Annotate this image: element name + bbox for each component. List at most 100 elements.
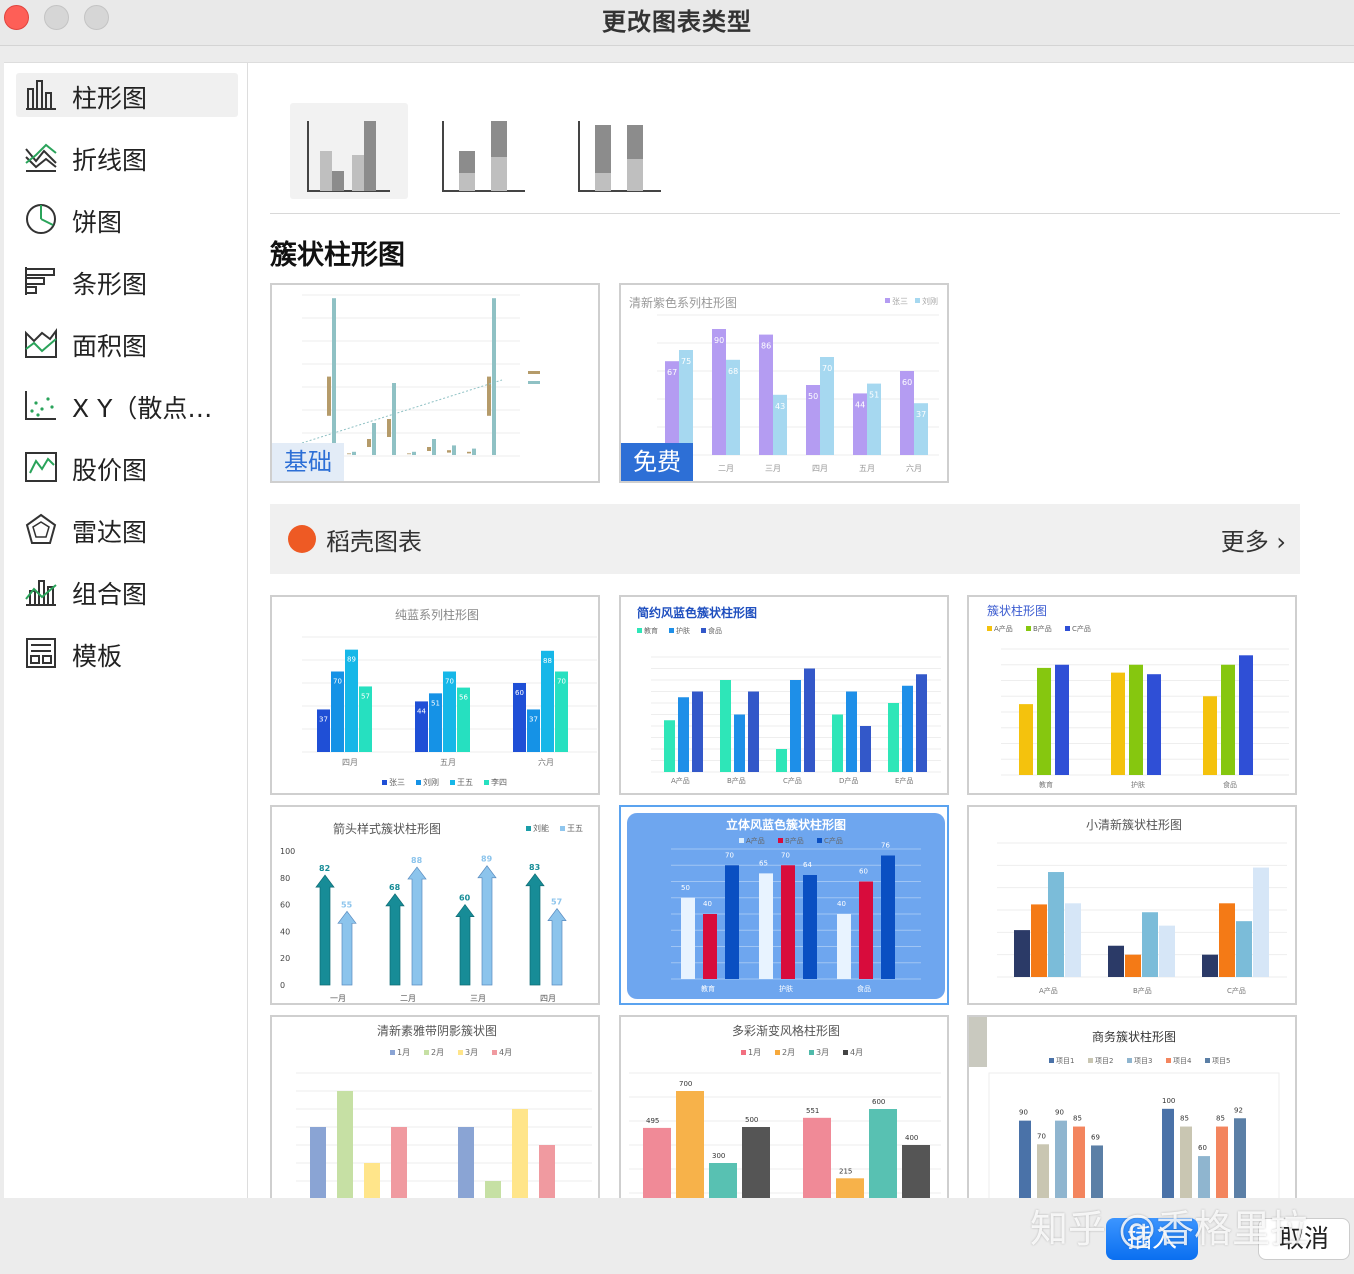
bar: [846, 691, 857, 772]
bar: [742, 1127, 770, 1199]
bar: [391, 1127, 407, 1199]
data-label: 37: [529, 715, 538, 723]
sidebar-item-stock[interactable]: 股价图: [16, 445, 238, 489]
data-label: 86: [761, 342, 771, 351]
legend-swatch: [775, 1050, 780, 1055]
legend-swatch: [1065, 626, 1070, 631]
sidebar-item-label: 条形图: [72, 270, 148, 299]
bar: [692, 691, 703, 772]
bar: [1198, 1156, 1210, 1199]
decoration: [969, 1017, 987, 1067]
cancel-button[interactable]: 取消: [1258, 1218, 1350, 1260]
tick-label: 一月: [330, 994, 346, 1003]
bar: [427, 447, 431, 451]
template-card[interactable]: 小清新簇状柱形图 A产品 B产品 C产品: [967, 805, 1297, 1005]
legend-label: C产品: [1072, 624, 1091, 633]
legend-swatch: [1166, 1058, 1171, 1063]
subtype-percent-stacked-column[interactable]: [561, 103, 679, 199]
bar: [315, 874, 335, 986]
template-card[interactable]: 多彩渐变风格柱形图 1月 2月 3月 4月 495 700 300 500 551 215 600 40…: [619, 1015, 949, 1199]
insert-button[interactable]: 插入: [1106, 1218, 1198, 1260]
legend-label: A产品: [994, 624, 1013, 633]
legend-label: 刘刚: [423, 777, 439, 787]
bar: [1219, 903, 1235, 977]
data-label: 40: [837, 900, 846, 908]
template-icon: [26, 638, 56, 668]
bar: [836, 1178, 864, 1199]
legend-swatch: [458, 1050, 463, 1055]
clustered-column-icon: [307, 121, 390, 192]
bar: [1129, 664, 1143, 775]
legend-label: 刘刚: [922, 296, 938, 306]
data-label: 67: [667, 368, 677, 377]
template-card[interactable]: 箭头样式簇状柱形图 刘能 王五 0 20 40 60 80 100 82 55 一月 68 88 二月 60 8…: [270, 805, 600, 1005]
sidebar-item-scatter[interactable]: X Y（散点…: [16, 383, 238, 427]
bar: [1180, 1126, 1192, 1199]
tick-label: 护肤: [779, 984, 793, 993]
chart-title: 简约风蓝色簇状柱形图: [637, 605, 757, 620]
bar: [352, 451, 356, 455]
data-label: 76: [881, 842, 890, 850]
data-label: 68: [389, 883, 401, 892]
fresh-chart-preview: 小清新簇状柱形图 A产品 B产品 C产品: [997, 817, 1287, 995]
legend-swatch: [637, 628, 642, 633]
bar: [1019, 704, 1033, 775]
legend-swatch: [1088, 1058, 1093, 1063]
legend-label: 王五: [457, 778, 473, 787]
daoke-title: 稻壳图表: [326, 528, 422, 556]
bar: [748, 691, 759, 772]
legend-swatch: [526, 826, 531, 831]
data-label: 65: [759, 859, 768, 867]
legend-swatch: [390, 1050, 395, 1055]
more-link[interactable]: 更多 ›: [1221, 522, 1286, 557]
dialog-footer: 插入 取消 知乎 @香格里拉: [0, 1198, 1354, 1274]
pure-blue-chart-preview: 纯蓝系列柱形图 37 70 89 57 四月 44 51 70 56 五月 60 37 88 70 六月张三 刘…: [302, 607, 597, 787]
chart-title: 立体风蓝色簇状柱形图: [726, 817, 846, 832]
column-chart-icon: [26, 80, 56, 110]
sidebar-item-radar[interactable]: 雷达图: [16, 507, 238, 551]
sidebar-item-line[interactable]: 折线图: [16, 135, 238, 179]
data-label: 500: [745, 1116, 758, 1124]
bar: [1037, 667, 1051, 775]
legend-label: 王五: [567, 824, 583, 833]
tick-label: C产品: [1227, 986, 1246, 995]
data-label: 40: [703, 900, 712, 908]
bar: [664, 720, 675, 772]
sidebar-item-combo[interactable]: 组合图: [16, 569, 238, 613]
sidebar-item-area[interactable]: 面积图: [16, 321, 238, 365]
bar: [712, 329, 726, 455]
legend-swatch: [492, 1050, 497, 1055]
legend-label: 护肤: [676, 626, 690, 635]
template-card[interactable]: 清新素雅带阴影簇状图 1月 2月 3月 4月: [270, 1015, 600, 1199]
bar: [347, 453, 351, 455]
template-card[interactable]: 商务簇状柱形图 项目1 项目2 项目3 项目4 项目5 90 70 90 85 69 100 85 60 8…: [967, 1015, 1297, 1199]
chart-title: 多彩渐变风格柱形图: [732, 1023, 840, 1038]
template-card[interactable]: 纯蓝系列柱形图 37 70 89 57 四月 44 51 70 56 五月 60 37 88 70 六月 张三 刘…: [270, 595, 600, 795]
sidebar-item-template[interactable]: 模板: [16, 631, 238, 675]
sidebar-item-bar[interactable]: 条形图: [16, 259, 238, 303]
template-card[interactable]: 简约风蓝色簇状柱形图 教育 护肤 食品 A产品 B产品 C产品 D产品 E产品: [619, 595, 949, 795]
chart-title: 清新素雅带阴影簇状图: [377, 1023, 497, 1038]
legend-swatch: [528, 371, 540, 374]
bar: [1065, 903, 1081, 977]
builtin-purple-card[interactable]: 清新紫色系列柱形图 张三 刘刚 6775一月9068二月8643三月5070四月…: [619, 283, 949, 483]
data-label: 60: [902, 378, 912, 387]
subtype-stacked-column[interactable]: [425, 103, 543, 199]
bar: [1073, 1126, 1085, 1199]
legend-swatch: [987, 626, 992, 631]
bar: [832, 714, 843, 772]
subtype-clustered-column[interactable]: [290, 103, 408, 199]
sidebar-item-pie[interactable]: 饼图: [16, 197, 238, 241]
percent-stacked-column-icon: [578, 121, 661, 192]
legend-swatch: [484, 780, 489, 785]
bar: [869, 1109, 897, 1199]
builtin-basic-card[interactable]: 基础: [270, 283, 600, 483]
template-card[interactable]: 立体风蓝色簇状柱形图 A产品 B产品 C产品 50 40 70 教育 65 70 64 护肤 40 60 7…: [619, 805, 949, 1005]
tick-label: 护肤: [1131, 780, 1145, 789]
legend-swatch: [450, 780, 455, 785]
bar: [709, 1163, 737, 1199]
data-label: 60: [1198, 1144, 1207, 1152]
sidebar-item-column[interactable]: 柱形图: [16, 73, 238, 117]
template-card[interactable]: 簇状柱形图 A产品 B产品 C产品 教育 护肤 食品: [967, 595, 1297, 795]
bar: [759, 334, 773, 455]
